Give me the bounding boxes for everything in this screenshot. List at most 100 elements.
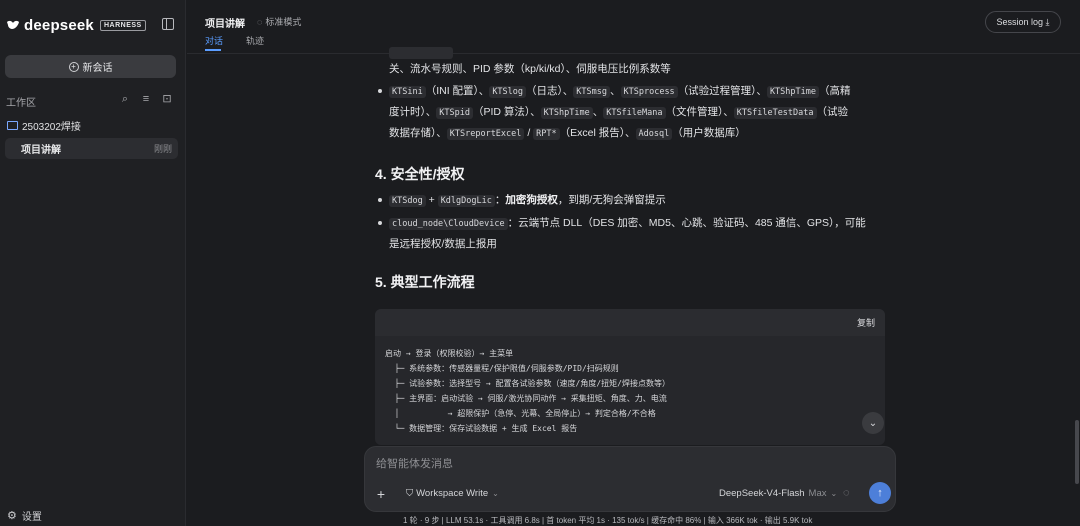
composer: + ⛉ Workspace Write ⌄ DeepSeek-V4-Flash … [364, 446, 896, 512]
list-text: （日志）、 [526, 85, 574, 97]
add-attachment-button[interactable]: + [371, 484, 391, 504]
logo[interactable]: deepseek HARNESS [6, 16, 146, 34]
module-list: KTSini （INI 配置）、 KTSlog （日志）、 KTSmsg、 KTSproc… [375, 81, 885, 144]
inline-code: KTShpTime [540, 107, 593, 119]
mode-icon: ◌ [257, 16, 263, 27]
send-button[interactable]: ↑ [869, 482, 891, 504]
bold-text: 加密狗授权 [505, 194, 558, 206]
scrollbar[interactable] [1075, 420, 1079, 484]
list-text: ：云端节点 DLL（DES 加密、MD5、心跳、验证码、485 通信、GPS），… [507, 217, 866, 229]
list-text: ： [494, 194, 506, 206]
logo-text: deepseek [24, 16, 94, 34]
sidebar-toggle-icon[interactable] [162, 18, 174, 30]
code-line: ├─ 试验参数：选择型号 → 配置各试验参数（速度/角度/扭矩/焊接点数等） [385, 379, 670, 388]
add-folder-icon[interactable]: ⊡ [161, 93, 173, 105]
inline-code: KTSpid [436, 107, 473, 119]
continued-text: 关、流水号规则、PID 参数（kp/ki/kd）、伺服电压比例系数等 [389, 63, 671, 75]
list-item: KTSini （INI 配置）、 KTSlog （日志）、 KTSmsg、 KTSproc… [375, 81, 885, 144]
scroll-down-button[interactable]: ⌄ [862, 412, 884, 434]
list-text: （INI 配置）、 [425, 85, 490, 97]
list-text: （试验过程管理）、 [677, 85, 767, 97]
new-chat-label: 新会话 [82, 63, 113, 74]
sidebar-item-folder[interactable]: 2503202焊接 [7, 118, 81, 133]
tab-chat[interactable]: 对话 [205, 34, 223, 47]
loading-icon: ◌ [843, 487, 850, 499]
code-line: └─ 数据管理：保存试验数据 + 生成 Excel 报告 [385, 424, 578, 433]
status-bar: 1 轮 · 9 步 | LLM 53.1s · 工具调用 6.8s | 首 to… [403, 516, 813, 525]
inline-code: KTSlog [489, 86, 527, 98]
search-icon[interactable]: ⌕ [119, 93, 131, 105]
plus-icon: + [376, 486, 386, 502]
session-log-button[interactable]: Session log ⤓ [985, 11, 1061, 33]
workspace-permission-label: Workspace Write [416, 488, 489, 499]
model-select[interactable]: DeepSeek-V4-Flash Max ⌄ [719, 488, 837, 499]
inline-code: KTSfileMana [603, 107, 666, 119]
whale-logo-icon [7, 20, 19, 29]
copy-button[interactable]: 复制 [857, 316, 875, 329]
shield-icon: ⛉ [406, 488, 414, 499]
settings-button[interactable]: ⚙ 设置 [7, 508, 42, 523]
workspace-actions: ⌕ ≡ ⊡ [119, 93, 173, 105]
tab-trace[interactable]: 轨迹 [246, 34, 264, 47]
section-heading-workflow: 5. 典型工作流程 [375, 274, 475, 290]
inline-code: KTSmsg [573, 86, 610, 98]
active-tab-underline [205, 49, 221, 51]
inline-code-partial [389, 47, 453, 59]
code-line: ├─ 主界面：启动试验 → 伺服/激光协同动作 → 采集扭矩、角度、力、电流 [385, 394, 667, 403]
inline-code: KTShpTime [766, 86, 819, 98]
inline-code: cloud_node\CloudDevice [389, 218, 508, 230]
inline-code: KTSreportExcel [446, 128, 525, 140]
session-time: 刚刚 [153, 144, 172, 154]
code-line: │ → 超限保护（急停、光幕、全局停止）→ 判定合格/不合格 [385, 409, 656, 418]
inline-code: KTSdog [389, 195, 426, 207]
list-text: 、 [592, 106, 604, 118]
list-text: （试验 [816, 106, 849, 118]
code-line: 启动 → 登录（权限校验）→ 主菜单 [385, 349, 514, 358]
arrow-up-icon: ↑ [877, 487, 883, 499]
section-heading-security: 4. 安全性/授权 [375, 166, 465, 182]
continued-line: 关、流水号规则、PID 参数（kp/ki/kd）、伺服电压比例系数等 [375, 47, 885, 79]
code-block-body: 启动 → 登录（权限校验）→ 主菜单 ├─ 系统参数：传感器量程/保护限值/伺服… [375, 336, 885, 436]
settings-label: 设置 [21, 512, 42, 523]
inline-code: KTSprocess [620, 86, 678, 98]
inline-code: KTSfileTestData [733, 107, 817, 119]
header: 项目讲解 ◌ 标准模式 对话 轨迹 Session log ⤓ [187, 0, 1080, 54]
workspace-permission-select[interactable]: ⛉ Workspace Write ⌄ [406, 488, 499, 499]
mode-label: 标准模式 [265, 17, 302, 27]
new-chat-button[interactable]: + 新会话 [5, 55, 176, 78]
plus-circle-icon: + [68, 61, 79, 72]
code-line: ├─ 系统参数：传感器量程/保护限值/伺服参数/PID/扫码规则 [385, 364, 619, 373]
list-text: 、 [610, 85, 621, 97]
security-list: KTSdog + KdlgDogLic ：加密狗授权，到期/无狗会弹窗提示 clo… [375, 190, 885, 254]
list-text: / [524, 127, 534, 139]
sidebar: deepseek HARNESS + 新会话 工作区 ⌕ ≡ ⊡ 2503202… [0, 0, 186, 526]
sidebar-item-session[interactable]: 项目讲解 刚刚 [5, 138, 178, 159]
list-text: 数据存储）、 [389, 127, 447, 139]
chevron-down-icon: ⌄ [492, 489, 499, 498]
mode-indicator[interactable]: ◌ 标准模式 [257, 15, 301, 28]
list-text: （高精 [819, 85, 851, 97]
list-text: （Excel 报告）、 [559, 127, 636, 139]
list-text: + [425, 194, 438, 206]
model-level: Max [808, 488, 827, 499]
list-text: （PID 算法）、 [472, 106, 541, 118]
inline-code: RPT* [533, 128, 560, 140]
folder-label: 2503202焊接 [22, 122, 81, 133]
assistant-message: 关、流水号规则、PID 参数（kp/ki/kd）、伺服电压比例系数等 KTSin… [375, 47, 885, 292]
message-input[interactable] [376, 458, 876, 470]
model-name: DeepSeek-V4-Flash [719, 488, 805, 499]
code-block: 复制 启动 → 登录（权限校验）→ 主菜单 ├─ 系统参数：传感器量程/保护限值… [375, 309, 885, 445]
list-text: （文件管理）、 [665, 106, 734, 118]
gear-icon: ⚙ [7, 510, 17, 522]
harness-badge: HARNESS [99, 19, 146, 31]
list-item: cloud_node\CloudDevice ：云端节点 DLL（DES 加密、M… [375, 213, 885, 254]
code-block-header: 复制 [375, 309, 885, 336]
list-text: 度计时）、 [389, 106, 437, 118]
list-text: （用户数据库） [672, 127, 746, 139]
chevron-down-icon: ⌄ [868, 417, 878, 429]
filter-icon[interactable]: ≡ [140, 93, 152, 105]
session-name: 项目讲解 [21, 145, 61, 156]
chevron-down-icon: ⌄ [830, 489, 838, 498]
list-text: ，到期/无狗会弹窗提示 [557, 194, 666, 206]
folder-icon [7, 121, 18, 130]
